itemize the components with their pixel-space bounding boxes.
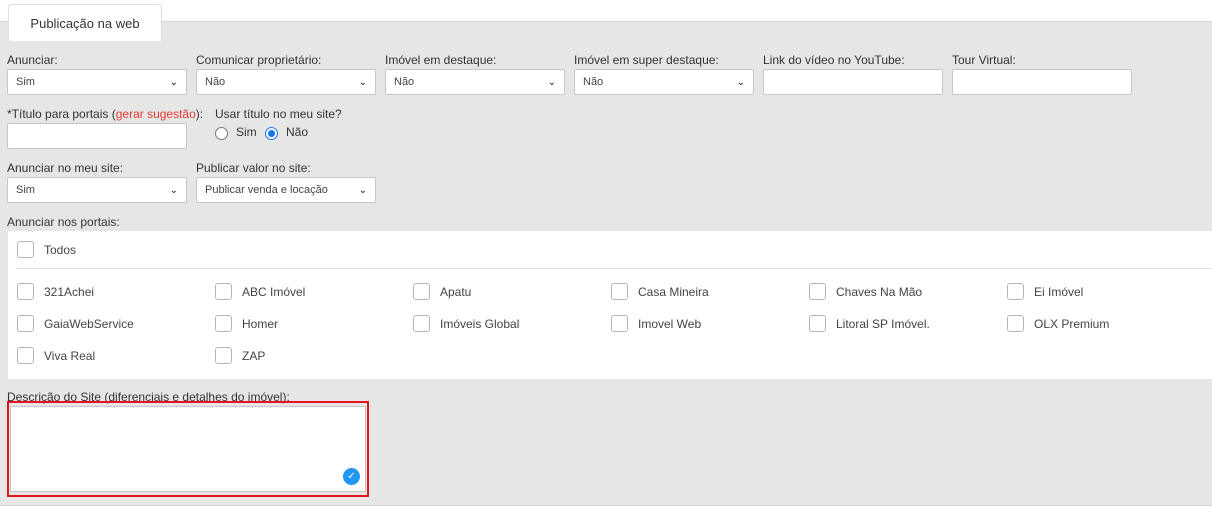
- gerar-sugestao-link[interactable]: gerar sugestão: [116, 107, 196, 121]
- tour-virtual-input[interactable]: [952, 69, 1132, 95]
- portal-label: Viva Real: [44, 349, 96, 363]
- panel-bottom-border: [0, 505, 1212, 506]
- publicar-valor-value: Publicar venda e locação: [205, 184, 328, 196]
- comunicar-proprietario-value: Não: [205, 76, 226, 88]
- chevron-down-icon: ⌄: [169, 76, 178, 88]
- tour-virtual-label: Tour Virtual:: [952, 53, 1016, 67]
- anunciar-select[interactable]: Sim ⌄: [7, 69, 187, 95]
- portal-checkbox[interactable]: [809, 315, 826, 332]
- comunicar-proprietario-select[interactable]: Não ⌄: [196, 69, 376, 95]
- portal-label: Apatu: [440, 285, 472, 299]
- comunicar-proprietario-label: Comunicar proprietário:: [196, 53, 322, 67]
- portal-todos-label: Todos: [44, 243, 77, 257]
- publicar-valor-select[interactable]: Publicar venda e locação ⌄: [196, 177, 376, 203]
- youtube-link-input[interactable]: [763, 69, 943, 95]
- portal-label: GaiaWebService: [44, 317, 134, 331]
- portal-label: Imovel Web: [638, 317, 702, 331]
- portal-checkbox[interactable]: [809, 283, 826, 300]
- chevron-down-icon: ⌄: [169, 184, 178, 196]
- imovel-super-destaque-select[interactable]: Não ⌄: [574, 69, 754, 95]
- anunciar-value: Sim: [16, 76, 35, 88]
- tab-publicacao-web[interactable]: Publicação na web: [8, 4, 162, 41]
- portal-label: Litoral SP Imóvel.: [836, 317, 930, 331]
- portal-label: OLX Premium: [1034, 317, 1110, 331]
- anunciar-meu-site-value: Sim: [16, 184, 35, 196]
- portais-divider: [16, 268, 1212, 269]
- portal-label: Chaves Na Mão: [836, 285, 923, 299]
- checkmark-icon: ✓: [343, 468, 360, 485]
- youtube-link-label: Link do vídeo no YouTube:: [763, 53, 905, 67]
- portal-checkbox[interactable]: [611, 315, 628, 332]
- portal-checkbox[interactable]: [1007, 315, 1024, 332]
- anunciar-meu-site-select[interactable]: Sim ⌄: [7, 177, 187, 203]
- tab-label: Publicação na web: [30, 15, 140, 31]
- usar-titulo-sim-label: Sim: [236, 125, 257, 139]
- imovel-destaque-select[interactable]: Não ⌄: [385, 69, 565, 95]
- anunciar-portais-label: Anunciar nos portais:: [7, 215, 120, 229]
- titulo-portais-input[interactable]: [7, 123, 187, 149]
- chevron-down-icon: ⌄: [358, 76, 367, 88]
- usar-titulo-nao-label: Não: [286, 125, 309, 139]
- anunciar-label: Anunciar:: [7, 53, 58, 67]
- chevron-down-icon: ⌄: [547, 76, 556, 88]
- usar-titulo-label: Usar título no meu site?: [215, 107, 342, 121]
- chevron-down-icon: ⌄: [358, 184, 367, 196]
- usar-titulo-radio-nao[interactable]: [265, 127, 278, 140]
- imovel-destaque-label: Imóvel em destaque:: [385, 53, 497, 67]
- portal-checkbox[interactable]: [1007, 283, 1024, 300]
- portal-label: Homer: [242, 317, 279, 331]
- portais-box: Todos 321Achei ABC Imóvel Apatu Casa Min…: [8, 231, 1212, 379]
- portal-checkbox[interactable]: [215, 283, 232, 300]
- portal-label: Imóveis Global: [440, 317, 520, 331]
- portal-label: Casa Mineira: [638, 285, 709, 299]
- usar-titulo-radio-sim[interactable]: [215, 127, 228, 140]
- chevron-down-icon: ⌄: [736, 76, 745, 88]
- portal-todos-checkbox[interactable]: [17, 241, 34, 258]
- imovel-super-destaque-value: Não: [583, 76, 604, 88]
- publicar-valor-label: Publicar valor no site:: [196, 161, 311, 175]
- portal-checkbox[interactable]: [611, 283, 628, 300]
- imovel-super-destaque-label: Imóvel em super destaque:: [574, 53, 719, 67]
- highlight-box: [7, 401, 369, 497]
- portal-checkbox[interactable]: [413, 283, 430, 300]
- portal-label: 321Achei: [44, 285, 95, 299]
- portal-checkbox[interactable]: [215, 347, 232, 364]
- anunciar-meu-site-label: Anunciar no meu site:: [7, 161, 124, 175]
- portal-checkbox[interactable]: [215, 315, 232, 332]
- titulo-portais-label: *Título para portais (gerar sugestão):: [7, 107, 204, 121]
- portal-checkbox[interactable]: [17, 315, 34, 332]
- portal-label: ZAP: [242, 349, 266, 363]
- portal-label: Ei Imóvel: [1034, 285, 1084, 299]
- imovel-destaque-value: Não: [394, 76, 415, 88]
- portal-checkbox[interactable]: [17, 347, 34, 364]
- portal-checkbox[interactable]: [17, 283, 34, 300]
- portal-checkbox[interactable]: [413, 315, 430, 332]
- portal-label: ABC Imóvel: [242, 285, 306, 299]
